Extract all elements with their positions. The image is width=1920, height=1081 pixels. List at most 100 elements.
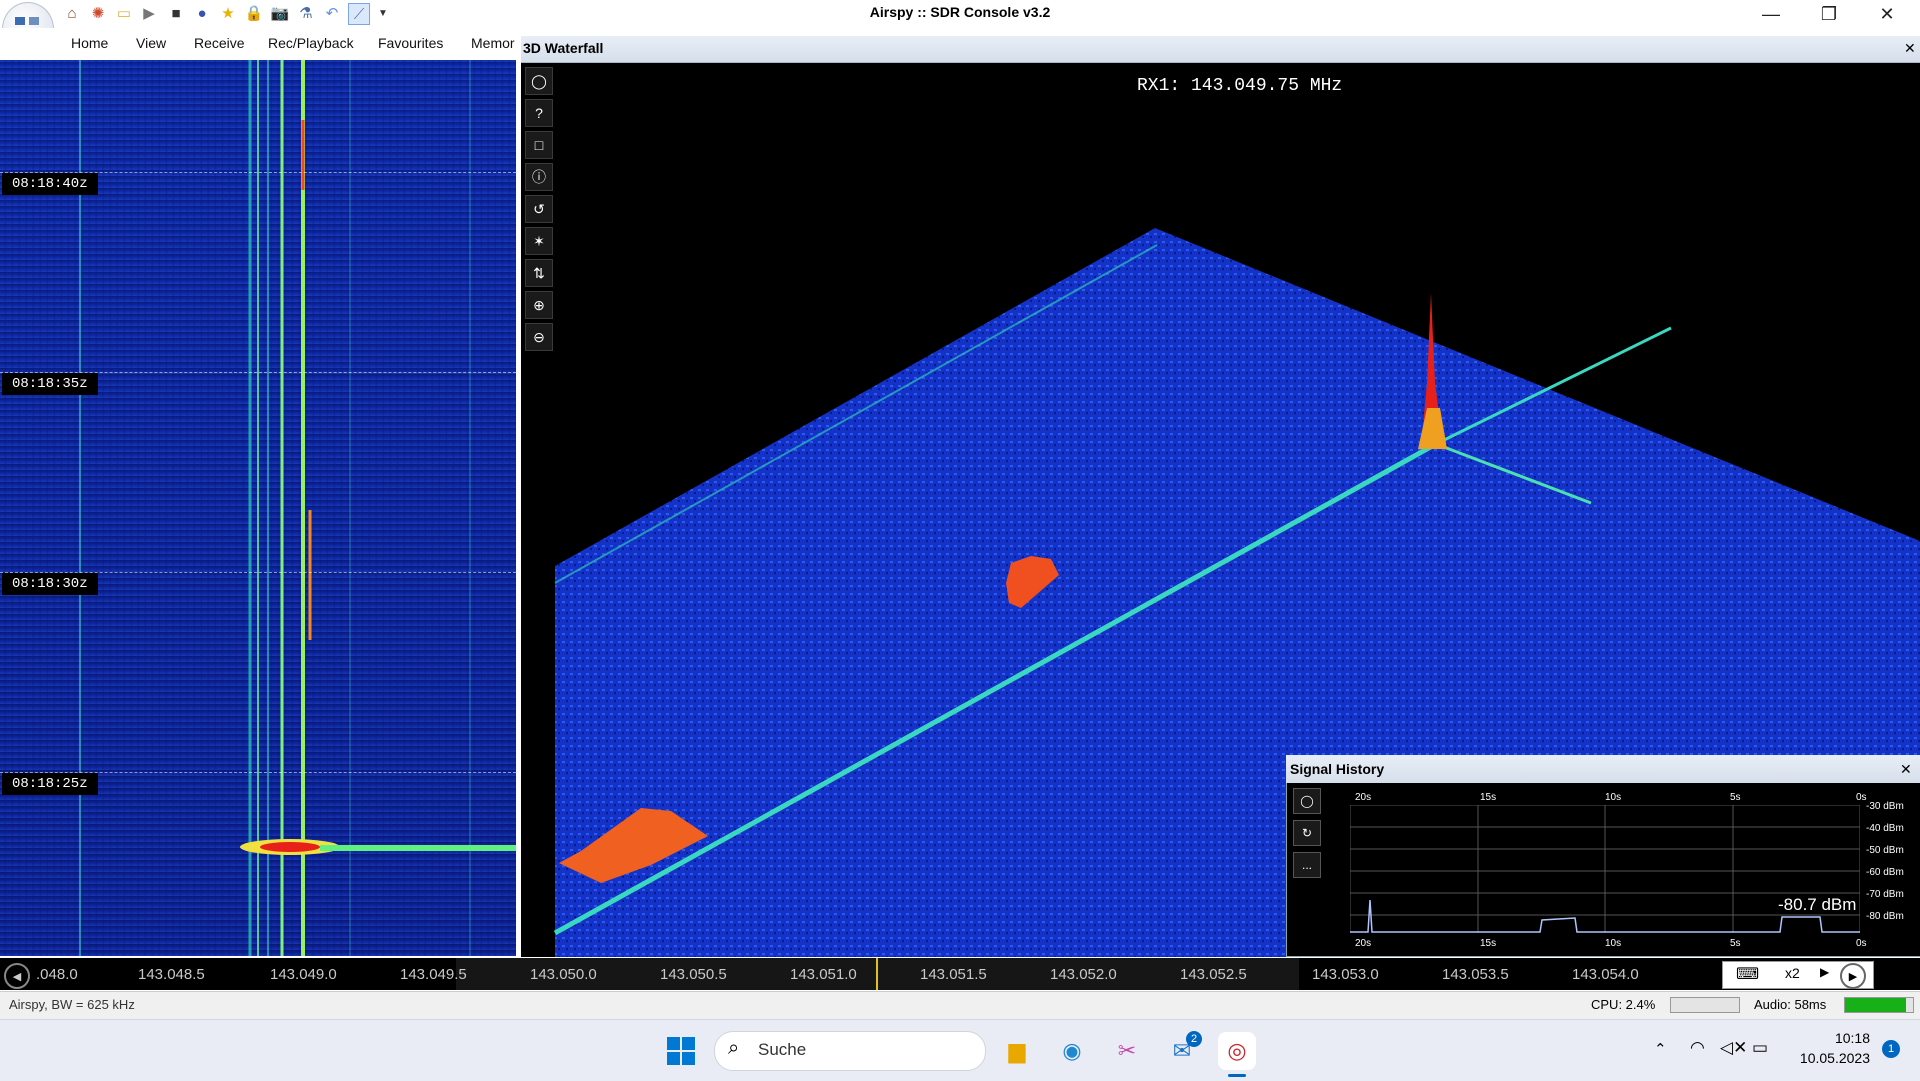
tool-light-icon[interactable]: ✶ — [525, 227, 553, 255]
signal-history-header: Signal History ✕ — [1286, 755, 1920, 783]
wifi-icon[interactable]: ◠ — [1690, 1038, 1705, 1058]
time-label: 08:18:30z — [2, 573, 98, 595]
tool-info-icon[interactable]: ⓘ — [525, 163, 553, 191]
tool-zoom-out-icon[interactable]: ⊖ — [525, 323, 553, 351]
scroll-left-icon[interactable]: ◀ — [4, 963, 30, 989]
signal-history-close-icon[interactable]: ✕ — [1900, 761, 1912, 778]
sh-reset-icon[interactable]: ◯ — [1293, 788, 1321, 814]
sh-time-tick: 0s — [1856, 938, 1867, 949]
restore-button[interactable]: ❐ — [1800, 0, 1858, 28]
sh-dbm-tick: -30 dBm — [1866, 801, 1904, 812]
tool-rotate-icon[interactable]: ↺ — [525, 195, 553, 223]
tool-help-icon[interactable]: ? — [525, 99, 553, 127]
freq-label: 143.049.0 — [270, 966, 337, 983]
audio-meter — [1844, 997, 1914, 1013]
freq-label: 143.053.0 — [1312, 966, 1379, 983]
folder-icon[interactable]: ▭ — [114, 3, 134, 23]
freq-label: 143.054.0 — [1572, 966, 1639, 983]
tool-zoom-in-icon[interactable]: ⊕ — [525, 291, 553, 319]
sh-time-tick: 5s — [1730, 938, 1741, 949]
tool-swap-icon[interactable]: ⇅ — [525, 259, 553, 287]
undo-icon[interactable]: ↶ — [322, 3, 342, 23]
audio-meter-fill — [1845, 998, 1907, 1012]
sh-time-tick: 20s — [1355, 938, 1372, 949]
zoom-value[interactable]: x2 — [1785, 965, 1800, 981]
status-cpu: CPU: 2.4% — [1591, 997, 1656, 1012]
tool-reset-icon[interactable]: ◯ — [525, 67, 553, 95]
search-placeholder: Suche — [758, 1040, 807, 1059]
freq-label: 143.051.0 — [790, 966, 857, 983]
sh-time-tick: 10s — [1605, 938, 1622, 949]
start-icon[interactable] — [662, 1032, 700, 1070]
lifebuoy-icon[interactable]: ✺ — [88, 3, 108, 23]
tab-memories[interactable]: Memor — [471, 35, 515, 51]
freq-label: .048.0 — [36, 966, 78, 983]
sh-time-tick: 10s — [1605, 792, 1622, 803]
tool-frame-icon[interactable]: □ — [525, 131, 553, 159]
freq-label: 143.050.0 — [530, 966, 597, 983]
edge-browser-icon[interactable]: ◉ — [1053, 1032, 1091, 1070]
camera-icon[interactable]: 📷 — [270, 3, 290, 23]
minimize-button[interactable]: — — [1742, 0, 1800, 28]
time-label: 08:18:40z — [2, 173, 98, 195]
sh-time-tick: 0s — [1856, 792, 1867, 803]
chart-icon[interactable]: ⟋ — [348, 3, 370, 25]
show-hidden-icons[interactable]: ⌃ — [1654, 1040, 1667, 1058]
tab-home[interactable]: Home — [71, 35, 108, 51]
search-icon: ⌕ — [728, 1037, 740, 1059]
clock-time[interactable]: 10:18 — [1818, 1030, 1870, 1046]
rx-frequency-label: RX1: 143.049.75 MHz — [1137, 76, 1343, 96]
tab-favourites[interactable]: Favourites — [378, 35, 443, 51]
sh-dbm-tick: -80 dBm — [1866, 911, 1904, 922]
freq-label: 143.049.5 — [400, 966, 467, 983]
record-icon[interactable]: ● — [192, 3, 212, 23]
sh-dbm-tick: -50 dBm — [1866, 845, 1904, 856]
zoom-arrow-icon[interactable]: ▶ — [1820, 965, 1829, 979]
sh-dbm-tick: -60 dBm — [1866, 867, 1904, 878]
battery-icon[interactable]: ▭ — [1752, 1038, 1768, 1058]
sh-more-icon[interactable]: ... — [1293, 852, 1321, 878]
file-explorer-icon[interactable]: ▆ — [998, 1032, 1036, 1070]
waterfall-3d-close-icon[interactable]: ✕ — [1904, 40, 1916, 57]
lock-icon[interactable]: 🔒 — [244, 3, 264, 23]
home-icon[interactable]: ⌂ — [62, 3, 82, 23]
freq-label: 143.053.5 — [1442, 966, 1509, 983]
time-label: 08:18:35z — [2, 373, 98, 395]
freq-label: 143.050.5 — [660, 966, 727, 983]
freq-label: 143.051.5 — [920, 966, 987, 983]
signal-level-readout: -80.7 dBm — [1778, 895, 1857, 914]
signal-history-title: Signal History — [1290, 761, 1385, 777]
customize-arrow-icon[interactable]: ▼ — [373, 3, 393, 23]
search-box[interactable] — [714, 1031, 986, 1071]
flask-icon[interactable]: ⚗ — [296, 3, 316, 23]
mail-badge: 2 — [1186, 1031, 1202, 1047]
speaker-muted-icon[interactable]: ◁✕ — [1720, 1038, 1747, 1058]
freq-label: 143.048.5 — [138, 966, 205, 983]
waterfall-2d[interactable]: 08:18:40z 08:18:35z 08:18:30z 08:18:25z — [0, 60, 516, 956]
stop-icon[interactable]: ■ — [166, 3, 186, 23]
sh-dbm-tick: -40 dBm — [1866, 823, 1904, 834]
tab-view[interactable]: View — [136, 35, 166, 51]
snipping-tool-icon[interactable]: ✂ — [1108, 1032, 1146, 1070]
status-device: Airspy, BW = 625 kHz — [9, 997, 135, 1012]
time-label: 08:18:25z — [2, 773, 98, 795]
tab-rec-playback[interactable]: Rec/Playback — [268, 35, 354, 51]
sh-time-tick: 15s — [1480, 792, 1497, 803]
notification-badge[interactable]: 1 — [1882, 1040, 1900, 1058]
clock-date[interactable]: 10.05.2023 — [1790, 1050, 1870, 1066]
sh-time-tick: 5s — [1730, 792, 1741, 803]
keyboard-icon[interactable]: ⌨ — [1736, 964, 1759, 984]
sh-time-tick: 15s — [1480, 938, 1497, 949]
sh-time-tick: 20s — [1355, 792, 1372, 803]
status-audio: Audio: 58ms — [1754, 997, 1827, 1012]
waterfall-3d-title: 3D Waterfall — [523, 40, 604, 56]
sdr-console-icon[interactable]: ◎ — [1218, 1032, 1256, 1070]
tab-receive[interactable]: Receive — [194, 35, 245, 51]
close-window-button[interactable]: ✕ — [1858, 0, 1916, 28]
sh-refresh-icon[interactable]: ↻ — [1293, 820, 1321, 846]
frequency-marker — [876, 958, 878, 990]
play-icon[interactable]: ▶ — [139, 3, 159, 23]
cpu-meter — [1670, 997, 1740, 1013]
scroll-right-icon[interactable]: ▶ — [1840, 963, 1866, 989]
star-icon[interactable]: ★ — [218, 3, 238, 23]
